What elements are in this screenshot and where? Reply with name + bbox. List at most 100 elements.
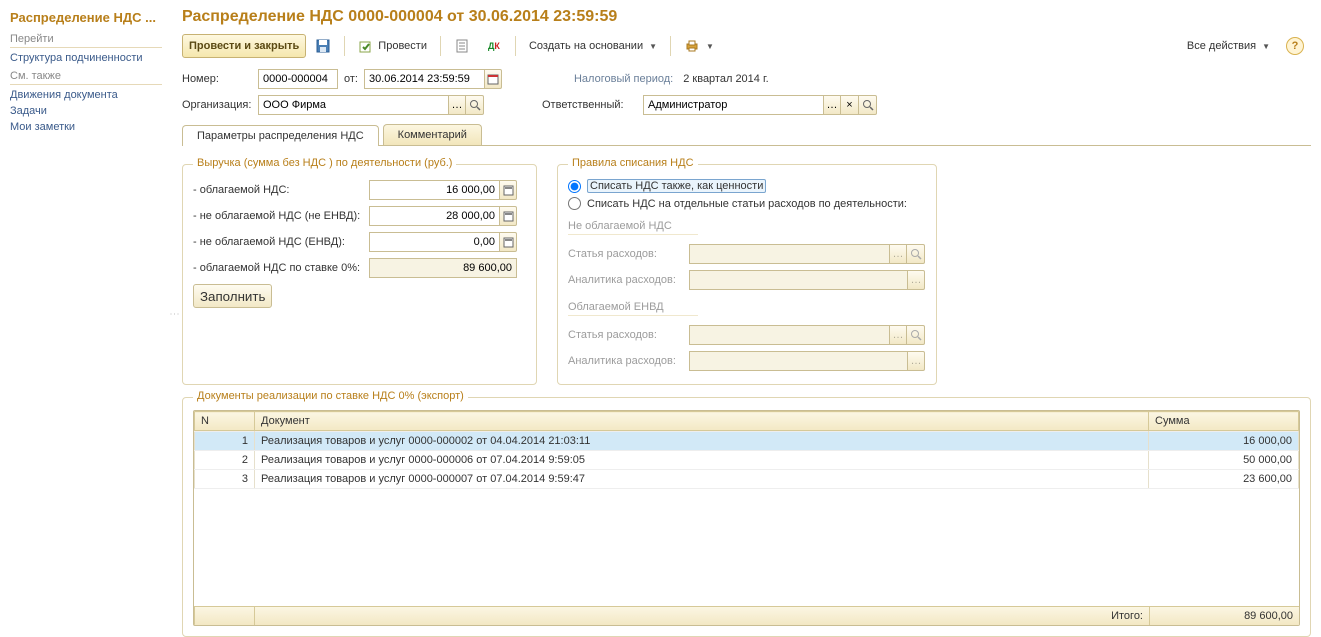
row-org-resp: Организация: … Ответственный: … × xyxy=(182,92,1311,118)
docs-table-body[interactable]: 1 Реализация товаров и услуг 0000-000002… xyxy=(194,431,1299,606)
revenue-legend: Выручка (сумма без НДС ) по деятельности… xyxy=(193,157,456,169)
ellipsis-icon: … xyxy=(827,99,838,111)
post-and-close-label: Провести и закрыть xyxy=(189,40,299,52)
help-button[interactable]: ? xyxy=(1279,34,1311,58)
responsible-open-button[interactable] xyxy=(859,95,877,115)
writeoff-same-radio[interactable] xyxy=(568,180,581,193)
ellipsis-icon: … xyxy=(893,248,904,260)
calendar-icon xyxy=(485,71,501,87)
docs-footer: Итого: 89 600,00 xyxy=(194,606,1299,625)
tab-comment[interactable]: Комментарий xyxy=(383,124,482,145)
toolbar: Провести и закрыть Провести ДК С xyxy=(182,34,1311,66)
sidebar-link-tasks[interactable]: Задачи xyxy=(10,103,162,119)
cell-sum: 23 600,00 xyxy=(1149,470,1299,489)
dtct-icon: ДК xyxy=(486,38,502,54)
ellipsis-icon: … xyxy=(893,329,904,341)
tabs: Параметры распределения НДС Комментарий xyxy=(182,124,1311,146)
expense-item-input-1 xyxy=(689,244,889,264)
dtct-button[interactable]: ДК xyxy=(479,34,509,58)
magnifier-icon xyxy=(908,246,924,262)
sidebar-section-see-also: См. также xyxy=(10,66,162,85)
calendar-button[interactable] xyxy=(484,69,502,89)
all-actions-button[interactable]: Все действия ▼ xyxy=(1180,34,1277,58)
magnifier-icon xyxy=(467,97,483,113)
writeoff-same-label: Списать НДС также, как ценности xyxy=(587,179,766,193)
cell-doc: Реализация товаров и услуг 0000-000006 о… xyxy=(255,451,1149,470)
sidebar-link-notes[interactable]: Мои заметки xyxy=(10,119,162,135)
params-panel: Выручка (сумма без НДС ) по деятельности… xyxy=(182,146,1311,389)
no-vat-no-envd-label: - не облагаемой НДС (не ЕНВД): xyxy=(193,210,363,222)
writeoff-separate-radio[interactable] xyxy=(568,197,581,210)
create-based-on-button[interactable]: Создать на основании ▼ xyxy=(522,34,664,58)
expense-analytics-label-1: Аналитика расходов: xyxy=(568,274,683,286)
splitter[interactable]: ⋮ xyxy=(170,0,178,626)
sidebar-link-structure[interactable]: Структура подчиненности xyxy=(10,50,162,66)
clear-icon: × xyxy=(846,99,852,111)
vat-calc-button[interactable] xyxy=(499,180,517,200)
expense-analytics-select-2: … xyxy=(907,351,925,371)
post-button[interactable]: Провести xyxy=(351,34,434,58)
no-vat-envd-label: - не облагаемой НДС (ЕНВД): xyxy=(193,236,363,248)
expense-item-label-2: Статья расходов: xyxy=(568,329,683,341)
fill-button-label: Заполнить xyxy=(200,289,265,304)
total-label: Итого: xyxy=(254,607,1149,625)
sidebar-link-movements[interactable]: Движения документа xyxy=(10,87,162,103)
table-row[interactable]: 3 Реализация товаров и услуг 0000-000007… xyxy=(195,470,1299,489)
post-and-close-button[interactable]: Провести и закрыть xyxy=(182,34,306,58)
magnifier-icon xyxy=(860,97,876,113)
org-open-button[interactable] xyxy=(466,95,484,115)
responsible-clear-button[interactable]: × xyxy=(841,95,859,115)
col-sum[interactable]: Сумма xyxy=(1149,412,1299,431)
separator xyxy=(670,36,671,56)
col-doc[interactable]: Документ xyxy=(255,412,1149,431)
vat-input[interactable] xyxy=(369,180,499,200)
table-row[interactable]: 2 Реализация товаров и услуг 0000-000006… xyxy=(195,451,1299,470)
all-actions-label: Все действия xyxy=(1187,40,1256,52)
org-input[interactable] xyxy=(258,95,448,115)
report-button[interactable] xyxy=(447,34,477,58)
number-label: Номер: xyxy=(182,73,252,85)
expense-item-label-1: Статья расходов: xyxy=(568,248,683,260)
tax-period-label: Налоговый период: xyxy=(574,73,673,85)
expense-item-select-2: … xyxy=(889,325,907,345)
number-input[interactable] xyxy=(258,69,338,89)
save-button[interactable] xyxy=(308,34,338,58)
ellipsis-icon: … xyxy=(452,99,463,111)
org-label: Организация: xyxy=(182,99,252,111)
chevron-down-icon: ▼ xyxy=(1262,42,1270,51)
responsible-input[interactable] xyxy=(643,95,823,115)
from-label: от: xyxy=(344,73,358,85)
ellipsis-icon: … xyxy=(911,274,922,286)
expense-item-input-2 xyxy=(689,325,889,345)
fill-button[interactable]: Заполнить xyxy=(193,284,272,308)
revenue-fieldset: Выручка (сумма без НДС ) по деятельности… xyxy=(182,164,537,385)
page-title: Распределение НДС 0000-000004 от 30.06.2… xyxy=(182,4,1311,34)
vat-zero-input xyxy=(369,258,517,278)
responsible-label: Ответственный: xyxy=(542,99,637,111)
no-vat-no-envd-input[interactable] xyxy=(369,206,499,226)
no-vat-no-envd-calc-button[interactable] xyxy=(499,206,517,226)
col-n[interactable]: N xyxy=(195,412,255,431)
cell-n: 1 xyxy=(195,432,255,451)
org-select-button[interactable]: … xyxy=(448,95,466,115)
sidebar-title: Распределение НДС ... xyxy=(10,6,162,29)
save-icon xyxy=(315,38,331,54)
table-row[interactable]: 1 Реализация товаров и услуг 0000-000002… xyxy=(195,432,1299,451)
date-input[interactable] xyxy=(364,69,484,89)
no-vat-envd-input[interactable] xyxy=(369,232,499,252)
expense-item-open-1 xyxy=(907,244,925,264)
cell-n: 3 xyxy=(195,470,255,489)
no-vat-envd-calc-button[interactable] xyxy=(499,232,517,252)
tab-params[interactable]: Параметры распределения НДС xyxy=(182,125,379,146)
expense-analytics-input-1 xyxy=(689,270,907,290)
cell-sum: 16 000,00 xyxy=(1149,432,1299,451)
expense-item-select-1: … xyxy=(889,244,907,264)
sidebar-section-goto: Перейти xyxy=(10,29,162,48)
cell-n: 2 xyxy=(195,451,255,470)
print-button[interactable]: ▼ xyxy=(677,34,721,58)
expense-analytics-select-1: … xyxy=(907,270,925,290)
responsible-select-button[interactable]: … xyxy=(823,95,841,115)
create-based-on-label: Создать на основании xyxy=(529,40,643,52)
post-label: Провести xyxy=(378,40,427,52)
main: Распределение НДС 0000-000004 от 30.06.2… xyxy=(178,0,1321,626)
